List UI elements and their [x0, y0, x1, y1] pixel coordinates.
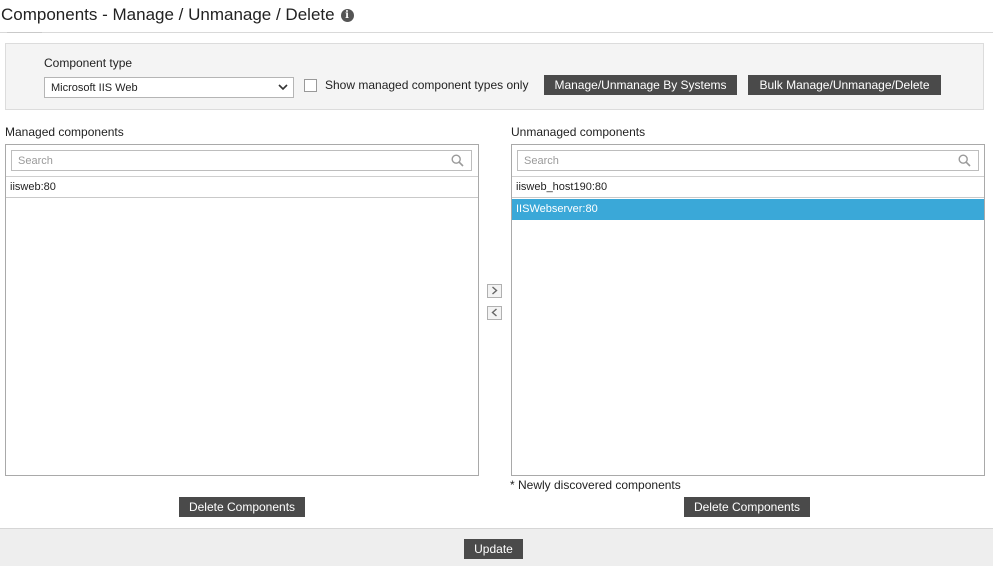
update-button[interactable]: Update [464, 539, 523, 559]
managed-components-label: Managed components [5, 125, 124, 139]
page-title: Components - Manage / Unmanage / Delete … [1, 5, 354, 25]
search-icon[interactable] [956, 153, 972, 169]
unmanaged-search [517, 150, 979, 171]
page-title-text: Components - Manage / Unmanage / Delete [1, 5, 335, 24]
chevron-left-icon [491, 304, 498, 322]
chevron-down-icon [275, 80, 291, 96]
manage-by-systems-button[interactable]: Manage/Unmanage By Systems [544, 75, 737, 95]
component-type-label: Component type [44, 56, 133, 70]
filter-panel: Component type Microsoft IIS Web Show ma… [5, 43, 984, 110]
delete-unmanaged-components-button[interactable]: Delete Components [684, 497, 810, 517]
footer-bar: Update [0, 528, 993, 566]
move-right-button[interactable] [487, 284, 502, 298]
bulk-manage-button[interactable]: Bulk Manage/Unmanage/Delete [748, 75, 941, 95]
title-divider-accent [7, 32, 42, 33]
unmanaged-search-input[interactable] [518, 152, 956, 169]
unmanaged-components-list[interactable]: iisweb_host190:80 IISWebserver:80 [511, 144, 985, 476]
delete-managed-components-button[interactable]: Delete Components [179, 497, 305, 517]
component-type-select[interactable]: Microsoft IIS Web [44, 77, 294, 98]
search-icon[interactable] [449, 153, 465, 169]
list-item[interactable]: iisweb_host190:80 [512, 177, 984, 198]
chevron-right-icon [491, 282, 498, 300]
managed-search-input[interactable] [12, 152, 449, 169]
unmanaged-components-label: Unmanaged components [511, 125, 646, 139]
component-type-value: Microsoft IIS Web [51, 81, 138, 94]
list-item-selected[interactable]: IISWebserver:80 [512, 199, 984, 220]
info-icon[interactable]: i [340, 8, 354, 22]
newly-discovered-note: * Newly discovered components [510, 478, 681, 492]
title-divider [0, 32, 993, 33]
managed-components-list[interactable]: iisweb:80 [5, 144, 479, 476]
show-managed-label: Show managed component types only [325, 78, 529, 92]
list-item[interactable]: iisweb:80 [6, 177, 478, 198]
show-managed-checkbox[interactable] [304, 79, 317, 92]
move-left-button[interactable] [487, 306, 502, 320]
managed-search [11, 150, 472, 171]
